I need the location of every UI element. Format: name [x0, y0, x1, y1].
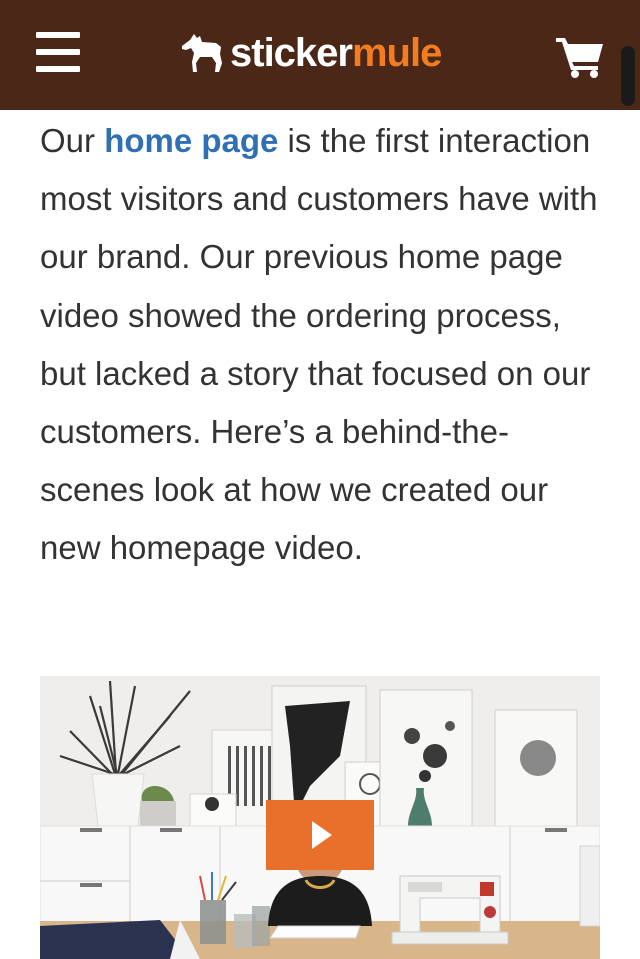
article-intro-paragraph: Our home page is the first interaction m…: [40, 110, 610, 578]
scrollbar-thumb[interactable]: [621, 46, 635, 106]
cart-button[interactable]: [556, 36, 604, 78]
video-play-button[interactable]: [266, 800, 374, 870]
intro-text-rest: is the first interaction most visitors a…: [40, 122, 598, 567]
intro-text-start: Our: [40, 122, 105, 159]
mule-icon: [182, 34, 222, 72]
shopping-cart-icon: [556, 38, 603, 78]
menu-icon-bar: [36, 66, 80, 72]
sticker-mule-logo[interactable]: sticker mule: [180, 30, 442, 76]
play-icon: [312, 821, 332, 849]
logo-text-mule: mule: [351, 31, 442, 75]
home-page-link[interactable]: home page: [104, 122, 278, 159]
hamburger-menu-button[interactable]: [36, 32, 82, 74]
top-navigation-bar: sticker mule: [0, 0, 640, 110]
menu-icon-bar: [36, 49, 80, 55]
menu-icon-bar: [36, 32, 80, 38]
logo-text-sticker: sticker: [230, 31, 353, 75]
homepage-video-player[interactable]: [40, 676, 600, 959]
